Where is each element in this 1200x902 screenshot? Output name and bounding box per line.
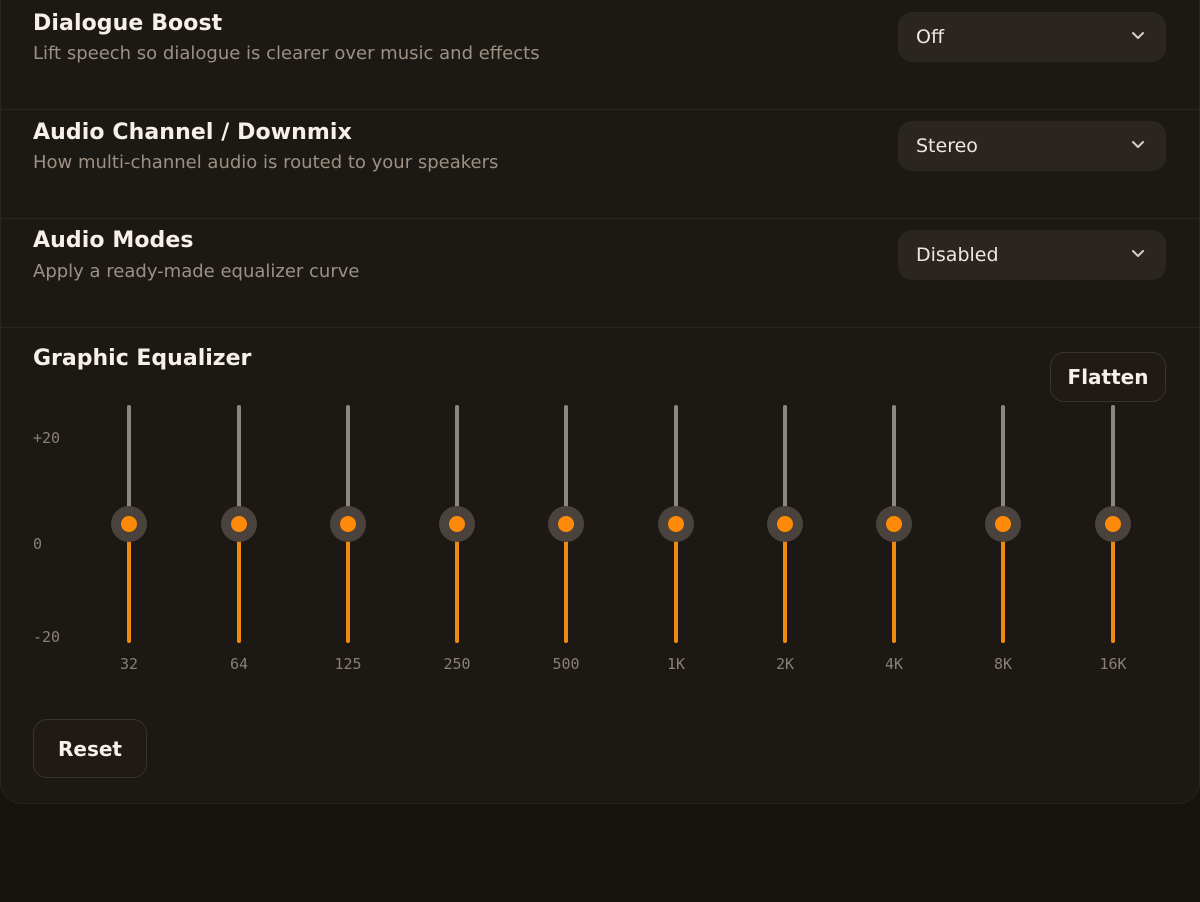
chevron-down-icon [1132,32,1144,39]
slider-thumb[interactable] [658,506,694,542]
band-frequency-label: 4K [884,655,904,673]
audio-channel-select[interactable]: Stereo [898,121,1166,171]
band-frequency-label: 125 [334,655,362,673]
setting-description: Apply a ready-made equalizer curve [33,261,360,282]
eq-band-250[interactable]: 250 [437,405,477,677]
slider-thumb[interactable] [876,506,912,542]
band-frequency-label: 8K [993,655,1013,673]
select-value: Stereo [916,135,978,157]
audio-settings-panel: Dialogue Boost Lift speech so dialogue i… [0,0,1200,804]
band-frequency-label: 16K [1099,655,1127,673]
setting-description: How multi-channel audio is routed to you… [33,152,499,173]
chevron-down-icon [1132,141,1144,148]
band-frequency-label: 64 [229,655,249,673]
setting-row-audio-channel: Audio Channel / Downmix How multi-channe… [1,110,1200,219]
dialogue-boost-select[interactable]: Off [898,12,1166,62]
slider-thumb[interactable] [439,506,475,542]
reset-button[interactable]: Reset [33,719,147,778]
scale-mid-label: 0 [33,535,43,553]
eq-band-2k[interactable]: 2K [765,405,805,677]
slider-thumb-dot [886,516,902,532]
setting-title: Dialogue Boost [33,11,223,36]
setting-description: Lift speech so dialogue is clearer over … [33,43,540,64]
slider-thumb-dot [668,516,684,532]
select-value: Disabled [916,244,999,266]
slider-thumb-dot [340,516,356,532]
slider-thumb-dot [995,516,1011,532]
eq-band-4k[interactable]: 4K [874,405,914,677]
setting-row-dialogue-boost: Dialogue Boost Lift speech so dialogue i… [1,1,1200,110]
slider-thumb[interactable] [111,506,147,542]
eq-band-64[interactable]: 64 [219,405,259,677]
slider-thumb[interactable] [221,506,257,542]
slider-thumb-dot [558,516,574,532]
setting-title: Audio Modes [33,228,194,253]
slider-thumb-dot [777,516,793,532]
band-frequency-label: 2K [775,655,795,673]
slider-thumb[interactable] [548,506,584,542]
band-frequency-label: 250 [443,655,471,673]
setting-row-audio-modes: Audio Modes Apply a ready-made equalizer… [1,219,1200,328]
eq-band-500[interactable]: 500 [546,405,586,677]
slider-thumb-dot [449,516,465,532]
select-value: Off [916,26,945,48]
eq-band-32[interactable]: 32 [109,405,149,677]
equalizer-title: Graphic Equalizer [33,346,252,371]
chevron-down-icon [1132,250,1144,257]
audio-modes-select[interactable]: Disabled [898,230,1166,280]
scale-max-label: +20 [33,429,61,447]
eq-band-125[interactable]: 125 [328,405,368,677]
setting-title: Audio Channel / Downmix [33,120,352,145]
band-frequency-label: 1K [666,655,686,673]
slider-thumb[interactable] [1095,506,1131,542]
eq-band-16k[interactable]: 16K [1093,405,1133,677]
slider-thumb[interactable] [330,506,366,542]
slider-thumb-dot [231,516,247,532]
scale-min-label: -20 [33,628,61,646]
eq-band-1k[interactable]: 1K [656,405,696,677]
band-frequency-label: 32 [119,655,139,673]
flatten-button[interactable]: Flatten [1050,352,1166,402]
slider-thumb[interactable] [985,506,1021,542]
slider-thumb[interactable] [767,506,803,542]
slider-thumb-dot [121,516,137,532]
slider-thumb-dot [1105,516,1121,532]
band-frequency-label: 500 [552,655,580,673]
eq-band-8k[interactable]: 8K [983,405,1023,677]
